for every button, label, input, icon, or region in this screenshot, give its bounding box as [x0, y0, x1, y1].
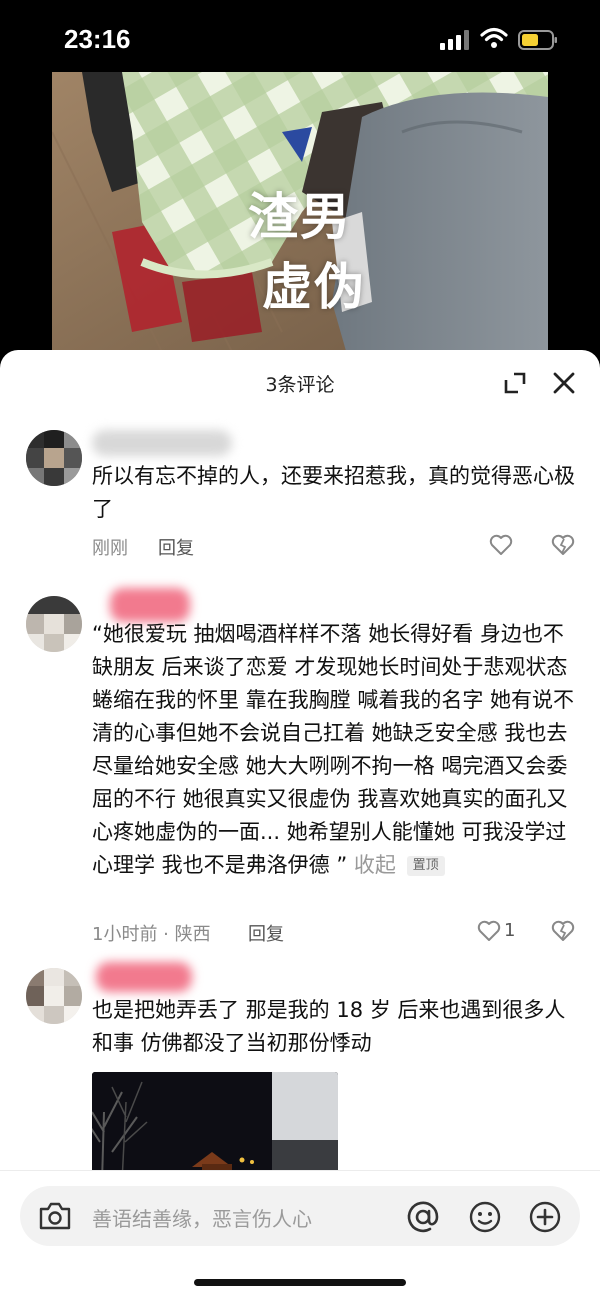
video-caption-line-1: 渣男: [248, 188, 352, 246]
camera-icon[interactable]: [38, 1201, 72, 1231]
username-blurred[interactable]: [92, 430, 232, 456]
signal-icon: [440, 30, 469, 50]
comment-text-block: “她很爱玩 抽烟喝酒样样不落 她长得好看 身边也不缺朋友 后来谈了恋爱 才发现她…: [92, 618, 582, 882]
dislike-icon[interactable]: [550, 918, 576, 944]
comment-meta: 1小时前 · 陕西 回复 1: [92, 916, 582, 946]
pinned-badge: 置顶: [406, 856, 445, 876]
reply-button[interactable]: 回复: [248, 920, 284, 946]
avatar[interactable]: [26, 596, 82, 652]
input-placeholder: 善语结善缘，恶言伤人心: [92, 1207, 312, 1231]
comment-text: “她很爱玩 抽烟喝酒样样不落 她长得好看 身边也不缺朋友 后来谈了恋爱 才发现她…: [92, 622, 575, 877]
avatar-image: [26, 596, 82, 652]
at-icon[interactable]: [406, 1200, 440, 1234]
video-preview[interactable]: 渣男 虚伪: [52, 72, 548, 372]
sheet-header: 3条评论: [0, 350, 600, 416]
expand-icon[interactable]: [502, 370, 528, 396]
comment-item: 所以有忘不掉的人，还要来招惹我，真的觉得恶心极了 刚刚 回复: [0, 424, 600, 564]
username-blurred[interactable]: [96, 962, 192, 992]
comment-image[interactable]: [92, 1072, 338, 1182]
comment-input-bar: 善语结善缘，恶言伤人心: [0, 1170, 600, 1298]
comment-text: 也是把她弄丢了 那是我的 18 岁 后来也遇到很多人和事 仿佛都没了当初那份悸动: [92, 998, 566, 1055]
close-icon[interactable]: [550, 369, 578, 397]
avatar[interactable]: [26, 968, 82, 1024]
comment-item: “她很爱玩 抽烟喝酒样样不落 她长得好看 身边也不缺朋友 后来谈了恋爱 才发现她…: [0, 586, 600, 946]
comment-input[interactable]: 善语结善缘，恶言伤人心: [20, 1186, 580, 1246]
wifi-icon: [480, 27, 508, 48]
home-indicator: [194, 1279, 406, 1286]
status-time: 23:16: [64, 24, 131, 54]
video-caption: 渣男 虚伪: [248, 182, 366, 322]
comment-time-location: 1小时前 · 陕西: [92, 924, 211, 945]
collapse-link[interactable]: 收起: [354, 853, 396, 877]
comment-sheet: 3条评论 所以有忘不掉的人，还要来招惹我，真的觉得恶心极了 刚刚 回复 “她很爱…: [0, 350, 600, 1298]
video-caption-line-2: 虚伪: [262, 258, 366, 316]
comment-item: 也是把她弄丢了 那是我的 18 岁 后来也遇到很多人和事 仿佛都没了当初那份悸动: [0, 962, 600, 1182]
dislike-icon[interactable]: [550, 532, 576, 558]
like-icon[interactable]: [488, 532, 514, 558]
comment-image-content: [92, 1072, 338, 1182]
like-icon[interactable]: [476, 918, 502, 944]
plus-icon[interactable]: [528, 1200, 562, 1234]
reply-button[interactable]: 回复: [158, 534, 194, 560]
comment-meta: 刚刚 回复: [92, 530, 582, 560]
like-count: 1: [504, 920, 516, 941]
battery-icon: [518, 30, 557, 50]
username-blurred[interactable]: [110, 588, 190, 622]
emoji-icon[interactable]: [468, 1200, 502, 1234]
avatar[interactable]: [26, 430, 82, 486]
comment-time: 刚刚: [92, 538, 128, 559]
comment-text: 所以有忘不掉的人，还要来招惹我，真的觉得恶心极了: [92, 464, 575, 521]
avatar-image: [26, 968, 82, 1024]
avatar-image: [26, 430, 82, 486]
status-bar: 23:16: [0, 0, 600, 72]
